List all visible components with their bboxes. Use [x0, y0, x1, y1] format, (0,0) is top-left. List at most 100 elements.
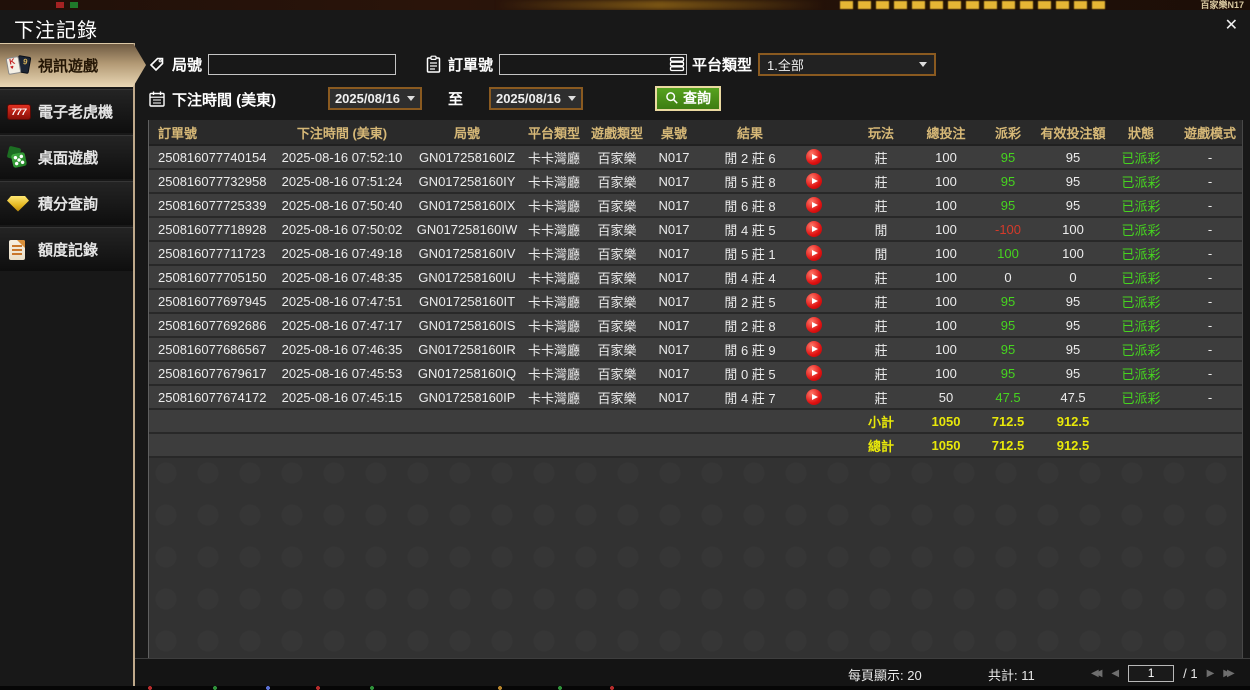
play-icon — [812, 322, 818, 328]
cell-game: 百家樂 — [597, 294, 637, 310]
date-from-picker[interactable]: 2025/08/16 — [328, 86, 422, 110]
cell-valid: 95 — [1065, 149, 1081, 165]
cell-result: 閒 5 莊 8 — [700, 170, 846, 192]
replay-button[interactable] — [806, 221, 822, 237]
sidebar-item-label: 積分查詢 — [38, 196, 99, 213]
total-count-label: 共計: 11 — [988, 668, 1035, 683]
column-header-time: 下注時間 (美東) — [296, 125, 388, 141]
first-page-button[interactable]: ◀◀ — [1091, 668, 1103, 679]
replay-button[interactable] — [806, 269, 822, 285]
cell-order: 250816077686567 — [158, 341, 267, 357]
grand-total-row-payout: 712.5 — [991, 437, 1025, 453]
column-header-payout: 派彩 — [994, 125, 1021, 141]
cell-game: 百家樂 — [597, 366, 637, 382]
replay-button[interactable] — [806, 149, 822, 165]
round-number-filter: 局號 — [148, 52, 397, 76]
cell-platform: 卡卡灣廳 — [527, 366, 580, 382]
search-button[interactable]: 查詢 — [655, 85, 721, 111]
cell-result: 閒 4 莊 7 — [700, 386, 846, 408]
table-row: 250816077732958 2025-08-16 07:51:24 GN0172… — [149, 170, 1242, 194]
cell-status: 已派彩 — [1121, 150, 1161, 166]
background-page-top-strip: 百家樂N17 — [0, 0, 1250, 10]
cell-round: GN017258160IZ — [418, 149, 516, 165]
replay-button[interactable] — [806, 197, 822, 213]
replay-button[interactable] — [806, 341, 822, 357]
result-text: 閒 2 莊 5 — [724, 294, 776, 310]
platform-type-label: 平台類型 — [692, 56, 753, 74]
cell-mode: - — [1207, 389, 1213, 405]
cell-total: 100 — [935, 317, 957, 333]
order-number-input[interactable] — [499, 53, 688, 75]
date-to-picker[interactable]: 2025/08/16 — [489, 86, 584, 110]
column-header-order: 訂單號 — [158, 125, 198, 141]
cell-total: 100 — [935, 197, 957, 213]
replay-button[interactable] — [806, 317, 822, 333]
play-icon — [812, 298, 818, 304]
sidebar-item-points-inquiry[interactable]: 積分查詢 — [0, 181, 133, 225]
cell-payout: -100 — [994, 221, 1022, 237]
cell-mode: - — [1207, 365, 1213, 381]
cell-game: 百家樂 — [597, 318, 637, 334]
cell-play: 莊 — [874, 366, 888, 382]
chevron-down-icon — [568, 95, 577, 101]
play-icon — [812, 370, 818, 376]
cell-platform: 卡卡灣廳 — [527, 318, 580, 334]
platform-type-value: 1.全部 — [767, 57, 804, 73]
round-number-label: 局號 — [172, 56, 203, 74]
subtotal-row-platform — [522, 410, 586, 432]
close-icon[interactable]: ✕ — [1225, 18, 1238, 34]
sidebar-item-slots[interactable]: 777 電子老虎機 — [0, 89, 133, 133]
replay-button[interactable] — [806, 365, 822, 381]
cell-payout: 95 — [1000, 173, 1016, 189]
subtotal-row-result — [700, 410, 846, 432]
sidebar-item-video-games[interactable]: 9 K ♥ 視訊遊戲 — [0, 43, 146, 87]
cell-game: 百家樂 — [597, 390, 637, 406]
replay-button[interactable] — [806, 173, 822, 189]
cell-platform: 卡卡灣廳 — [527, 270, 580, 286]
replay-button[interactable] — [806, 389, 822, 405]
result-text: 閒 2 莊 6 — [724, 150, 776, 166]
page-total-label: / 1 — [1183, 665, 1198, 681]
cell-time: 2025-08-16 07:47:17 — [281, 317, 403, 333]
table-row: 250816077686567 2025-08-16 07:46:35 GN0172… — [149, 338, 1242, 362]
sidebar-item-table-games[interactable]: 桌面遊戲 — [0, 135, 133, 179]
cell-table: N017 — [658, 197, 690, 213]
sidebar-item-label: 額度記錄 — [38, 242, 99, 259]
bet-records-table: 訂單號 下注時間 (美東) 局號 平台類型 遊戲類型 桌號 結果 玩法 總投注 派彩 有效投注額 狀態… — [148, 120, 1243, 658]
table-row: 250816077697945 2025-08-16 07:47:51 GN0172… — [149, 290, 1242, 314]
cell-platform: 卡卡灣廳 — [527, 150, 580, 166]
sidebar-item-quota-records[interactable]: 額度記錄 — [0, 227, 133, 271]
subtotal-row-total: 1050 — [931, 413, 961, 429]
platform-type-select[interactable]: 1.全部 — [758, 52, 937, 76]
cell-status: 已派彩 — [1121, 246, 1161, 262]
date-to-value: 2025/08/16 — [495, 90, 562, 106]
cell-round: GN017258160IX — [418, 197, 516, 213]
page-number-input[interactable]: 1 — [1128, 664, 1175, 682]
search-group: 查詢 — [655, 85, 721, 111]
cell-total: 100 — [935, 149, 957, 165]
cell-table: N017 — [658, 269, 690, 285]
cell-payout: 95 — [1000, 317, 1016, 333]
date-range: 2025/08/16 至 2025/08/16 — [328, 86, 584, 110]
replay-button[interactable] — [806, 245, 822, 261]
cell-table: N017 — [658, 389, 690, 405]
last-page-button[interactable]: ▶▶ — [1223, 668, 1235, 679]
filter-bar: 局號 訂單號 平台類型 1.全部 下注時間 (美東) 2025/08/16 至 … — [135, 43, 1250, 120]
date-from-value: 2025/08/16 — [334, 90, 401, 106]
play-icon — [812, 154, 818, 160]
cell-round: GN017258160IU — [418, 269, 516, 285]
next-page-button[interactable]: ▶ — [1207, 668, 1215, 679]
background-red-fragment — [56, 2, 64, 8]
cell-total: 50 — [938, 389, 954, 405]
cell-time: 2025-08-16 07:49:18 — [281, 245, 403, 261]
prev-page-button[interactable]: ◀ — [1111, 668, 1119, 679]
cell-game: 百家樂 — [597, 342, 637, 358]
cell-order: 250816077692686 — [158, 317, 267, 333]
replay-button[interactable] — [806, 293, 822, 309]
round-number-input[interactable] — [208, 53, 397, 75]
cell-result: 閒 5 莊 1 — [700, 242, 846, 264]
order-number-label: 訂單號 — [448, 56, 494, 74]
cell-order: 250816077740154 — [158, 149, 267, 165]
table-header-row: 訂單號 下注時間 (美東) 局號 平台類型 遊戲類型 桌號 結果 玩法 總投注 派彩 有效投注額 狀態… — [149, 120, 1242, 146]
cell-mode: - — [1207, 293, 1213, 309]
